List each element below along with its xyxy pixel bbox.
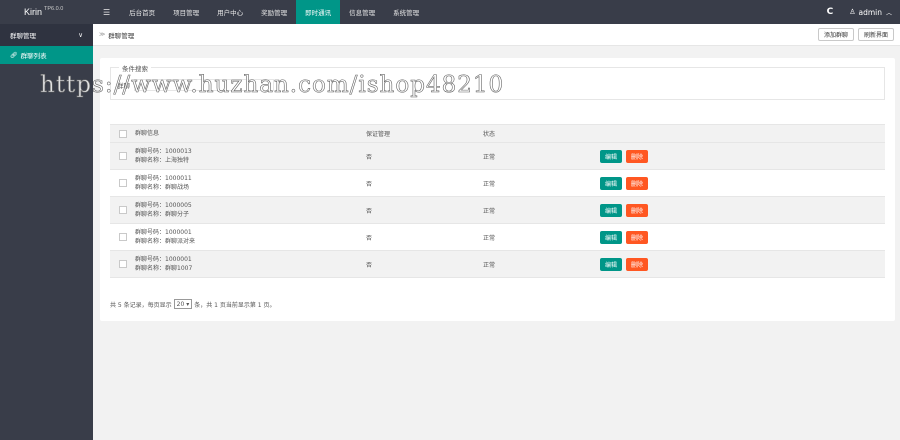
refresh-page-button[interactable]: 刷新界面 xyxy=(857,28,894,41)
logo: Kirin TP6.0.0 xyxy=(0,0,93,24)
group-name: 群聊名称：群聊派对来 xyxy=(135,238,196,245)
group-name: 群聊名称：群聊分子 xyxy=(135,211,190,218)
row-checkbox[interactable] xyxy=(118,260,127,268)
nav-item-rewards[interactable]: 奖励管理 xyxy=(252,0,296,24)
user-icon: ♙ xyxy=(849,8,856,16)
chevron-down-icon: ∨ xyxy=(78,31,83,39)
table-row: 群聊号码：1000005 群聊名称：群聊分子 否 正常 编辑 删除 xyxy=(110,197,885,224)
edit-button[interactable]: 编辑 xyxy=(600,230,623,244)
search-legend: 条件搜索 xyxy=(119,63,151,73)
delete-button[interactable]: 删除 xyxy=(626,257,649,271)
table-header: 群聊信息 保证管理 状态 xyxy=(110,124,885,143)
delete-button[interactable]: 删除 xyxy=(626,230,649,244)
table-row: 群聊号码：1000013 群聊名称：上海独特 否 正常 编辑 删除 xyxy=(110,143,885,170)
nav-item-im[interactable]: 即时通讯 xyxy=(296,0,341,24)
user-name: admin xyxy=(858,7,882,17)
search-input[interactable] xyxy=(134,79,274,91)
search-fieldset: 条件搜索 群聊 xyxy=(110,63,885,100)
menu-toggle-icon[interactable]: ☰ xyxy=(93,0,120,24)
status-cell: 正常 xyxy=(483,234,496,242)
add-group-button[interactable]: 添加群聊 xyxy=(817,28,854,41)
content-card: 条件搜索 群聊 群聊信息 保证管理 状态 群聊号码：1000013 群聊名称：上海… xyxy=(100,58,895,321)
edit-button[interactable]: 编辑 xyxy=(600,176,623,190)
nav-item-projects[interactable]: 项目管理 xyxy=(164,0,208,24)
nav-item-info[interactable]: 信息管理 xyxy=(340,0,384,24)
edit-button[interactable]: 编辑 xyxy=(600,203,623,217)
delete-button[interactable]: 删除 xyxy=(626,176,649,190)
breadcrumb-bar: ≫ 群聊管理 添加群聊 刷新界面 xyxy=(93,24,900,46)
refresh-icon[interactable]: C xyxy=(827,7,834,17)
owner-cell: 否 xyxy=(366,207,373,215)
pager-prefix: 共 5 条记录，每页显示 xyxy=(110,301,172,309)
logo-version: TP6.0.0 xyxy=(44,6,64,12)
top-bar: Kirin TP6.0.0 ☰ 后台首页 项目管理 用户中心 奖励管理 即时通讯… xyxy=(0,0,900,24)
sidebar-group-chat[interactable]: 群聊管理 ∨ xyxy=(0,24,93,46)
edit-button[interactable]: 编辑 xyxy=(600,149,623,163)
group-number: 群聊号码：1000001 xyxy=(135,256,192,263)
status-cell: 正常 xyxy=(483,180,496,188)
top-right: C ♙ admin ︿ xyxy=(827,0,900,24)
pager-suffix: 条，共 1 页当前显示第 1 页。 xyxy=(194,301,276,309)
group-number: 群聊号码：1000001 xyxy=(135,229,192,236)
select-all-checkbox[interactable] xyxy=(118,129,127,138)
group-name: 群聊名称：群聊战场 xyxy=(135,184,190,191)
pagination: 共 5 条记录，每页显示 20 ▾ 条，共 1 页当前显示第 1 页。 xyxy=(110,299,275,309)
row-checkbox[interactable] xyxy=(118,206,127,214)
table-row: 群聊号码：1000001 群聊名称：群聊1007 否 正常 编辑 删除 xyxy=(110,251,885,278)
delete-button[interactable]: 删除 xyxy=(626,203,649,217)
owner-cell: 否 xyxy=(366,234,373,242)
delete-button[interactable]: 删除 xyxy=(626,149,649,163)
group-number: 群聊号码：1000013 xyxy=(135,148,192,155)
table-row: 群聊号码：1000001 群聊名称：群聊派对来 否 正常 编辑 删除 xyxy=(110,224,885,251)
status-cell: 正常 xyxy=(483,207,496,215)
main-nav: ☰ 后台首页 项目管理 用户中心 奖励管理 即时通讯 信息管理 系统管理 xyxy=(93,0,428,24)
owner-cell: 否 xyxy=(366,153,373,161)
row-checkbox[interactable] xyxy=(118,152,127,160)
row-checkbox[interactable] xyxy=(118,179,127,187)
group-table: 群聊信息 保证管理 状态 群聊号码：1000013 群聊名称：上海独特 否 正常 … xyxy=(110,124,885,278)
header-status: 状态 xyxy=(483,131,496,138)
user-menu[interactable]: ♙ admin ︿ xyxy=(849,8,892,17)
page-size-value: 20 xyxy=(176,300,185,308)
chevron-up-icon: ︿ xyxy=(885,9,892,17)
group-name: 群聊名称：上海独特 xyxy=(135,157,190,164)
main-content: ≫ 群聊管理 添加群聊 刷新界面 条件搜索 群聊 群聊信息 保证管理 状态 群聊… xyxy=(93,24,900,440)
sidebar-group-label: 群聊管理 xyxy=(10,32,36,40)
search-label: 群聊 xyxy=(117,82,130,90)
breadcrumb: 群聊管理 xyxy=(108,31,135,40)
logo-text: Kirin xyxy=(24,7,43,17)
sidebar-item-group-list[interactable]: 🔗︎ 群聊列表 xyxy=(0,46,93,64)
nav-item-home[interactable]: 后台首页 xyxy=(120,0,164,24)
header-info: 群聊信息 xyxy=(135,130,160,137)
link-icon: 🔗︎ xyxy=(10,51,18,59)
owner-cell: 否 xyxy=(366,180,373,188)
header-owner: 保证管理 xyxy=(366,131,391,138)
sidebar: 群聊管理 ∨ 🔗︎ 群聊列表 xyxy=(0,24,93,440)
status-cell: 正常 xyxy=(483,261,496,269)
edit-button[interactable]: 编辑 xyxy=(600,257,623,271)
group-name: 群聊名称：群聊1007 xyxy=(135,265,193,272)
table-row: 群聊号码：1000011 群聊名称：群聊战场 否 正常 编辑 删除 xyxy=(110,170,885,197)
group-number: 群聊号码：1000011 xyxy=(135,175,192,182)
page-size-select[interactable]: 20 ▾ xyxy=(173,299,193,309)
group-number: 群聊号码：1000005 xyxy=(135,202,192,209)
nav-item-system[interactable]: 系统管理 xyxy=(384,0,428,24)
double-chevron-icon: ≫ xyxy=(99,31,106,38)
status-cell: 正常 xyxy=(483,153,496,161)
nav-item-users[interactable]: 用户中心 xyxy=(208,0,252,24)
row-checkbox[interactable] xyxy=(118,233,127,241)
owner-cell: 否 xyxy=(366,261,373,269)
sidebar-item-label: 群聊列表 xyxy=(20,52,47,60)
